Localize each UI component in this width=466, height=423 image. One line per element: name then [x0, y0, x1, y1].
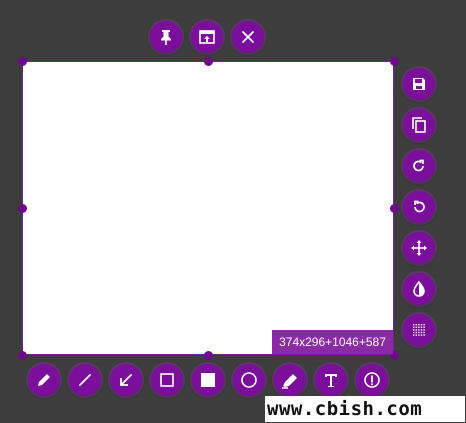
- pin-button[interactable]: [150, 21, 182, 53]
- drop-icon: [413, 280, 425, 297]
- line-tool-button[interactable]: [69, 364, 101, 396]
- line-icon: [79, 374, 91, 386]
- copy-icon: [412, 117, 426, 133]
- save-button[interactable]: [403, 68, 435, 100]
- text-icon: [325, 374, 337, 387]
- counter-icon: [364, 372, 380, 388]
- pencil-icon: [38, 374, 50, 386]
- selection-size-readout: 374x296+1046+587: [272, 330, 393, 354]
- undo-icon: [414, 200, 425, 213]
- arrow-icon: [120, 374, 132, 386]
- save-icon: [413, 78, 425, 90]
- resize-handle-top-right[interactable]: [389, 56, 399, 66]
- ellipse-tool-button[interactable]: [233, 364, 265, 396]
- close-icon: [242, 31, 254, 43]
- copy-button[interactable]: [403, 109, 435, 141]
- redo-button[interactable]: [403, 150, 435, 182]
- open-editor-button[interactable]: [191, 21, 223, 53]
- redo-icon: [413, 159, 424, 172]
- blur-button[interactable]: [403, 273, 435, 305]
- rectangle-tool-button[interactable]: [151, 364, 183, 396]
- pencil-tool-button[interactable]: [28, 364, 60, 396]
- watermark-text: www.cbish.com: [265, 396, 465, 422]
- resize-handle-top-center[interactable]: [203, 56, 213, 66]
- resize-handle-middle-right[interactable]: [389, 203, 399, 213]
- pin-icon: [161, 30, 171, 45]
- move-button[interactable]: [403, 232, 435, 264]
- marker-icon: [282, 374, 297, 389]
- arrow-tool-button[interactable]: [110, 364, 142, 396]
- rectangle-outline-icon: [160, 373, 174, 387]
- mosaic-icon: [413, 324, 425, 336]
- undo-button[interactable]: [403, 191, 435, 223]
- window-arrow-icon: [199, 30, 215, 44]
- move-icon: [411, 240, 427, 256]
- capture-selection-area[interactable]: [22, 61, 394, 355]
- resize-handle-bottom-center[interactable]: [203, 350, 213, 360]
- resize-handle-middle-left[interactable]: [17, 203, 27, 213]
- resize-handle-bottom-left[interactable]: [17, 350, 27, 360]
- counter-tool-button[interactable]: [356, 364, 388, 396]
- filled-rectangle-tool-button[interactable]: [192, 364, 224, 396]
- mosaic-button[interactable]: [403, 314, 435, 346]
- text-tool-button[interactable]: [315, 364, 347, 396]
- close-button[interactable]: [232, 21, 264, 53]
- resize-handle-top-left[interactable]: [17, 56, 27, 66]
- marker-tool-button[interactable]: [274, 364, 306, 396]
- circle-icon: [241, 372, 257, 388]
- rectangle-filled-icon: [201, 373, 215, 387]
